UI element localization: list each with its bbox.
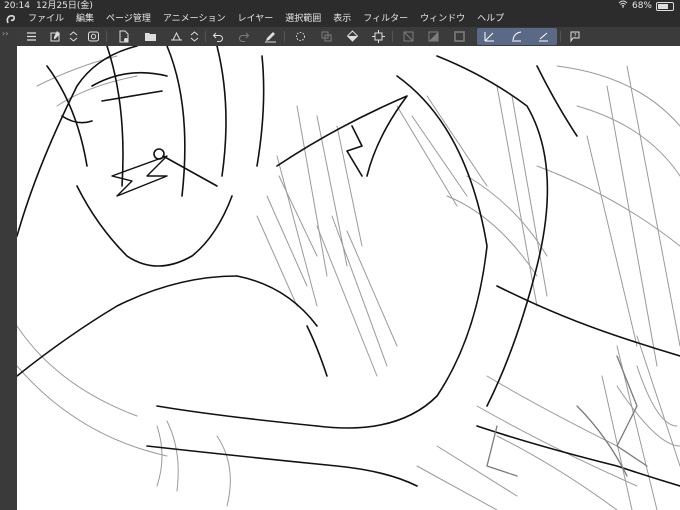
ios-status-bar: 20:14 12月25日(金) 68% — [0, 0, 680, 12]
help-icon[interactable]: ? — [566, 28, 582, 44]
status-date: 12月25日(金) — [36, 1, 93, 11]
fill-selection-icon[interactable] — [425, 28, 441, 44]
clear-icon[interactable] — [400, 28, 416, 44]
new-file-icon[interactable] — [115, 28, 131, 44]
menu-view[interactable]: 表示 — [327, 12, 357, 27]
open-file-icon[interactable] — [142, 28, 158, 44]
command-bar: ? — [0, 27, 680, 47]
separator — [392, 31, 393, 42]
save-icon[interactable] — [168, 28, 184, 44]
separator — [560, 31, 561, 42]
battery-icon — [656, 1, 674, 11]
clip-studio-logo-icon[interactable] — [0, 12, 22, 27]
redo-icon[interactable] — [235, 28, 251, 44]
separator — [106, 31, 107, 42]
ruler-straight-icon[interactable] — [481, 28, 497, 44]
menu-layer[interactable]: レイヤー — [232, 12, 280, 27]
menu-file[interactable]: ファイル — [22, 12, 70, 27]
drawing-canvas[interactable] — [17, 46, 680, 510]
menu-bar: ファイル 編集 ページ管理 アニメーション レイヤー 選択範囲 表示 フィルター… — [0, 12, 680, 27]
expand-panel-icon[interactable]: ›› — [2, 29, 8, 38]
copy-icon[interactable] — [85, 28, 101, 44]
undo-icon[interactable] — [210, 28, 226, 44]
menu-edit[interactable]: 編集 — [70, 12, 100, 27]
left-panel-strip[interactable]: ›› — [0, 27, 17, 510]
svg-text:?: ? — [573, 32, 576, 39]
wifi-icon — [618, 0, 628, 12]
menu-help[interactable]: ヘルプ — [471, 12, 510, 27]
pen-icon[interactable] — [262, 28, 278, 44]
crop-icon[interactable] — [370, 28, 386, 44]
new-layer-icon[interactable] — [47, 28, 63, 44]
separator — [205, 31, 206, 42]
transform-icon[interactable] — [292, 28, 308, 44]
layer-order-icon[interactable] — [65, 28, 81, 44]
stroke-icon[interactable] — [451, 28, 467, 44]
menu-animation[interactable]: アニメーション — [157, 12, 232, 27]
sketch-artwork — [17, 46, 680, 510]
menu-selection[interactable]: 選択範囲 — [279, 12, 327, 27]
ruler-line-icon[interactable] — [535, 28, 551, 44]
status-time: 20:14 — [4, 1, 30, 11]
separator — [284, 31, 285, 42]
export-icon[interactable] — [186, 28, 202, 44]
menu-page[interactable]: ページ管理 — [100, 12, 157, 27]
menu-icon[interactable] — [23, 28, 39, 44]
ruler-curve-icon[interactable] — [508, 28, 524, 44]
status-right: 68% — [618, 0, 674, 12]
select-icon[interactable] — [344, 28, 360, 44]
battery-percent: 68% — [631, 1, 652, 11]
menu-filter[interactable]: フィルター — [357, 12, 414, 27]
fill-icon[interactable] — [318, 28, 334, 44]
menu-window[interactable]: ウィンドウ — [414, 12, 471, 27]
